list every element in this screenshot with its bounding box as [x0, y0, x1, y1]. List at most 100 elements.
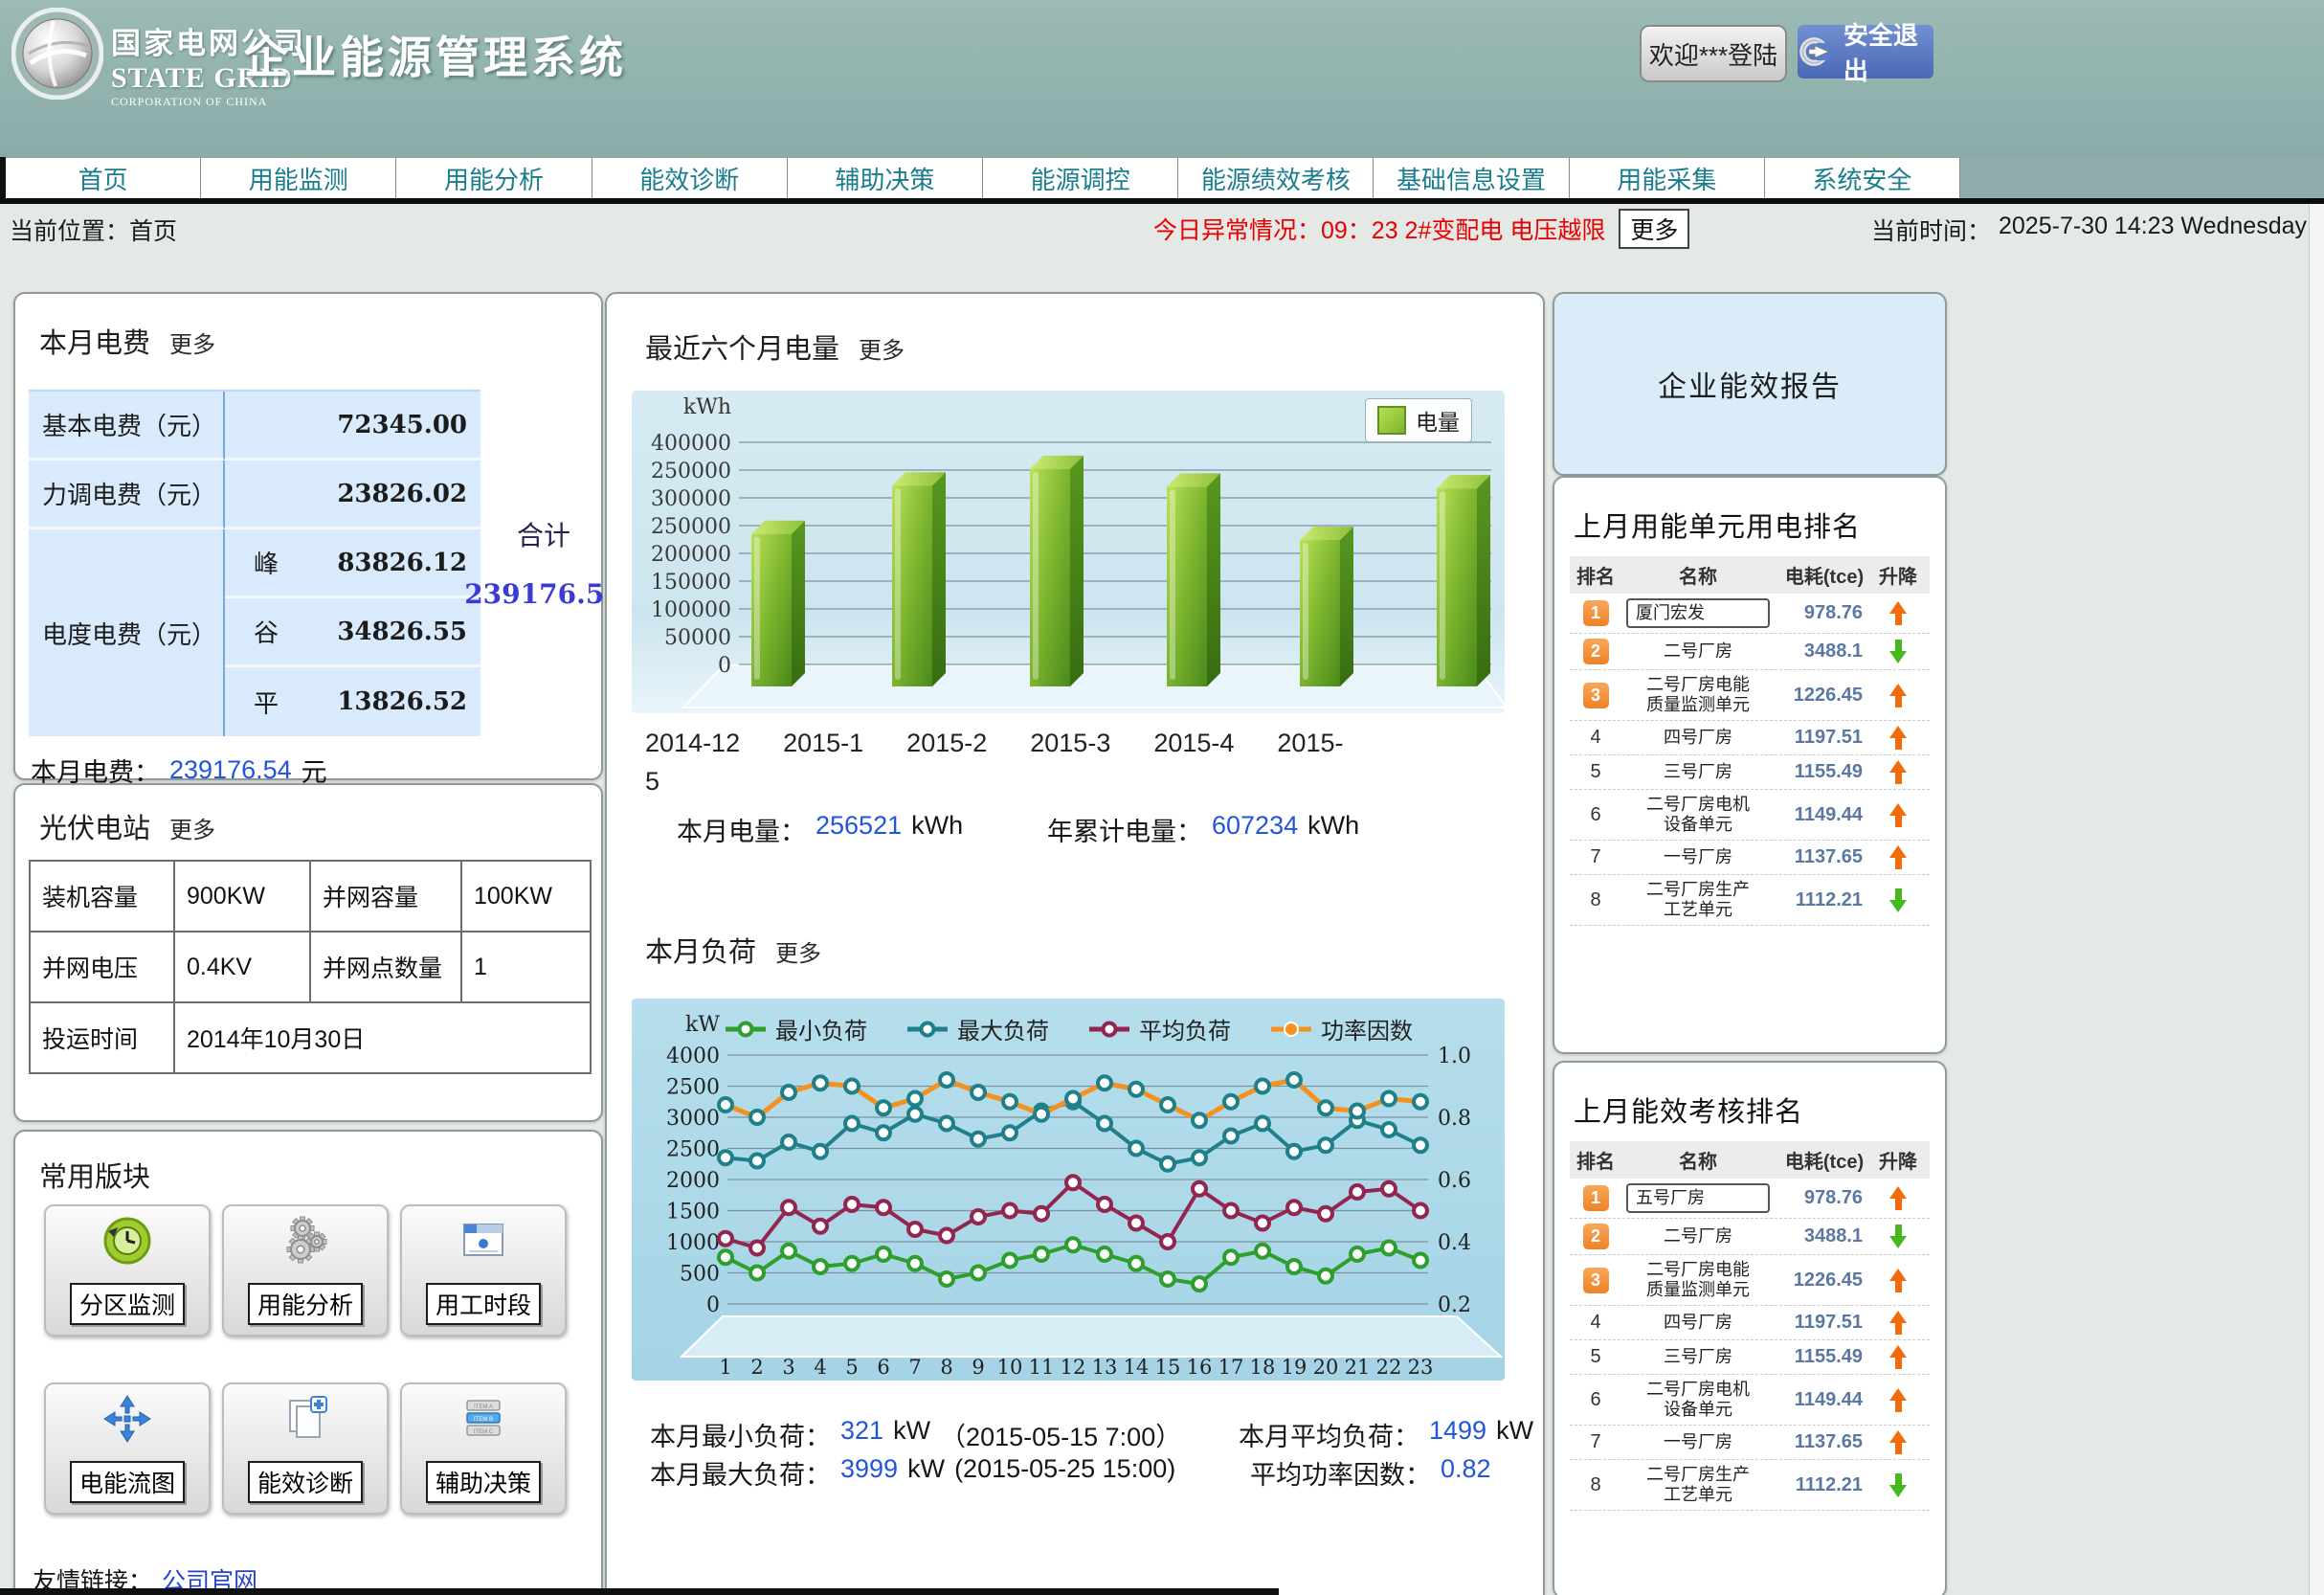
svg-text:2500: 2500 — [666, 1138, 720, 1162]
svg-text:0.8: 0.8 — [1438, 1107, 1471, 1131]
fee-more-link[interactable]: 更多 — [169, 332, 215, 358]
energy-report-button[interactable]: 企业能效报告 — [1553, 292, 1947, 476]
trend-cell — [1874, 726, 1922, 750]
consumption-value: 1137.65 — [1775, 846, 1874, 868]
pv-title-text: 光伏电站 — [39, 814, 150, 844]
modules-panel-title: 常用版块 — [39, 1155, 150, 1195]
rank-cell: 6 — [1570, 804, 1621, 826]
diagnosis-page-icon — [279, 1392, 332, 1446]
pv-value: 1 — [462, 932, 592, 1003]
consumption-value: 3488.1 — [1775, 1225, 1874, 1247]
svg-text:ITEM A: ITEM A — [474, 1404, 493, 1410]
module-button-电能流图[interactable]: 电能流图 — [44, 1382, 211, 1515]
energy-more-link[interactable]: 更多 — [859, 338, 905, 364]
module-button-用工时段[interactable]: 用工时段 — [400, 1204, 567, 1337]
table-row: 5三号厂房1155.49 — [1570, 755, 1930, 790]
fee-month-value: 239176.54 — [169, 755, 292, 785]
rank-cell: 7 — [1570, 1431, 1621, 1453]
module-button-用能分析[interactable]: 用能分析 — [222, 1204, 389, 1337]
scrollbar[interactable] — [2309, 204, 2324, 1595]
unit-name-input[interactable]: 五号厂房 — [1626, 1183, 1770, 1213]
consumption-value: 1149.44 — [1775, 804, 1874, 826]
rank-header-row: 排名名称电耗(tce)升降 — [1570, 556, 1930, 594]
rank-badge: 1 — [1583, 600, 1609, 626]
tab-首页[interactable]: 首页 — [6, 158, 201, 199]
rank-header-cell: 升降 — [1874, 561, 1922, 589]
rank-cell: 4 — [1570, 1312, 1621, 1334]
rank-badge: 2 — [1583, 1224, 1609, 1249]
trend-cell — [1874, 888, 1922, 912]
svg-text:0.4: 0.4 — [1438, 1231, 1471, 1255]
fee-row-value: 23826.02 — [225, 461, 480, 529]
svg-text:10: 10 — [997, 1356, 1023, 1379]
module-button-能效诊断[interactable]: 能效诊断 — [222, 1382, 389, 1515]
svg-text:1.0: 1.0 — [1438, 1045, 1471, 1068]
svg-text:0: 0 — [706, 1293, 720, 1317]
table-row: 4四号厂房1197.51 — [1570, 721, 1930, 755]
svg-text:6: 6 — [877, 1356, 889, 1379]
tab-辅助决策[interactable]: 辅助决策 — [788, 158, 983, 199]
load-more-link[interactable]: 更多 — [775, 941, 821, 967]
pv-value: 100KW — [462, 862, 592, 932]
svg-text:14: 14 — [1124, 1356, 1150, 1379]
rank-cell: 5 — [1570, 1346, 1621, 1368]
bar-x-labels: 2014-12 2015-1 2015-2 2015-3 2015-4 2015… — [645, 724, 1497, 800]
fee-row-value: 34826.55 — [316, 598, 480, 667]
unit-name-input[interactable]: 厦门宏发 — [1626, 598, 1770, 628]
tab-系统安全[interactable]: 系统安全 — [1765, 158, 1960, 199]
time-label: 当前时间： — [1871, 213, 1991, 247]
pv-label: 投运时间 — [31, 1003, 175, 1074]
unit-name: 二号厂房生产 工艺单元 — [1621, 1465, 1775, 1505]
svg-text:250000: 250000 — [651, 515, 731, 539]
trend-cell — [1874, 1388, 1922, 1412]
consumption-value: 3488.1 — [1775, 640, 1874, 663]
pv-panel: 光伏电站更多 装机容量900KW并网容量100KW并网电压0.4KV并网点数量1… — [13, 783, 603, 1122]
fee-title-text: 本月电费 — [39, 328, 150, 359]
fee-sub-label: 峰 — [225, 529, 316, 598]
tab-用能分析[interactable]: 用能分析 — [396, 158, 592, 199]
ranking1-title: 上月用能单元用电排名 — [1574, 505, 1861, 545]
pv-label: 并网电压 — [31, 932, 175, 1003]
alert-more-button[interactable]: 更多 — [1619, 209, 1689, 249]
svg-text:400000: 400000 — [651, 432, 731, 456]
fee-table: 基本电费（元）72345.00力调电费（元）23826.02电度电费（元）峰83… — [29, 390, 480, 736]
module-button-分区监测[interactable]: 分区监测 — [44, 1204, 211, 1337]
svg-text:kW: kW — [685, 1013, 720, 1037]
tab-能源绩效考核[interactable]: 能源绩效考核 — [1178, 158, 1374, 199]
tab-能源调控[interactable]: 能源调控 — [983, 158, 1178, 199]
pv-value: 900KW — [175, 862, 311, 932]
tab-用能采集[interactable]: 用能采集 — [1570, 158, 1765, 199]
pv-more-link[interactable]: 更多 — [169, 818, 215, 843]
pv-panel-title: 光伏电站更多 — [39, 806, 215, 846]
svg-text:7: 7 — [908, 1356, 921, 1379]
trend-down-arrow-icon — [1888, 1224, 1909, 1248]
welcome-button[interactable]: 欢迎***登陆 — [1640, 25, 1787, 82]
rank-cell: 5 — [1570, 761, 1621, 783]
rank-header-row: 排名名称电耗(tce)升降 — [1570, 1141, 1930, 1179]
energy-chart-title: 最近六个月电量更多 — [645, 326, 905, 367]
module-label: 辅助决策 — [426, 1461, 541, 1503]
rank-cell: 4 — [1570, 727, 1621, 749]
logout-button[interactable]: 安全退出 — [1798, 25, 1933, 79]
consumption-value: 978.76 — [1775, 602, 1874, 624]
module-button-辅助决策[interactable]: ITEM AITEM BITEM C辅助决策 — [400, 1382, 567, 1515]
rank-header-cell: 排名 — [1570, 561, 1621, 589]
unit-name: 五号厂房 — [1621, 1183, 1775, 1213]
tab-用能监测[interactable]: 用能监测 — [201, 158, 396, 199]
trend-up-arrow-icon — [1888, 601, 1909, 625]
svg-text:kWh: kWh — [683, 395, 731, 419]
tab-基础信息设置[interactable]: 基础信息设置 — [1374, 158, 1569, 199]
tab-能效诊断[interactable]: 能效诊断 — [592, 158, 788, 199]
svg-text:4: 4 — [814, 1356, 826, 1379]
breadcrumb: 当前位置：首页 — [10, 213, 177, 247]
trend-up-arrow-icon — [1888, 1345, 1909, 1369]
fee-row-value: 72345.00 — [225, 392, 480, 461]
unit-name: 四号厂房 — [1621, 728, 1775, 748]
trend-cell — [1874, 1345, 1922, 1369]
svg-text:5: 5 — [845, 1356, 858, 1379]
svg-text:18: 18 — [1250, 1356, 1276, 1379]
table-row: 3二号厂房电能 质量监测单元1226.45 — [1570, 1255, 1930, 1306]
trend-up-arrow-icon — [1888, 1186, 1909, 1210]
svg-text:0.6: 0.6 — [1438, 1169, 1471, 1193]
svg-text:12: 12 — [1061, 1356, 1086, 1379]
